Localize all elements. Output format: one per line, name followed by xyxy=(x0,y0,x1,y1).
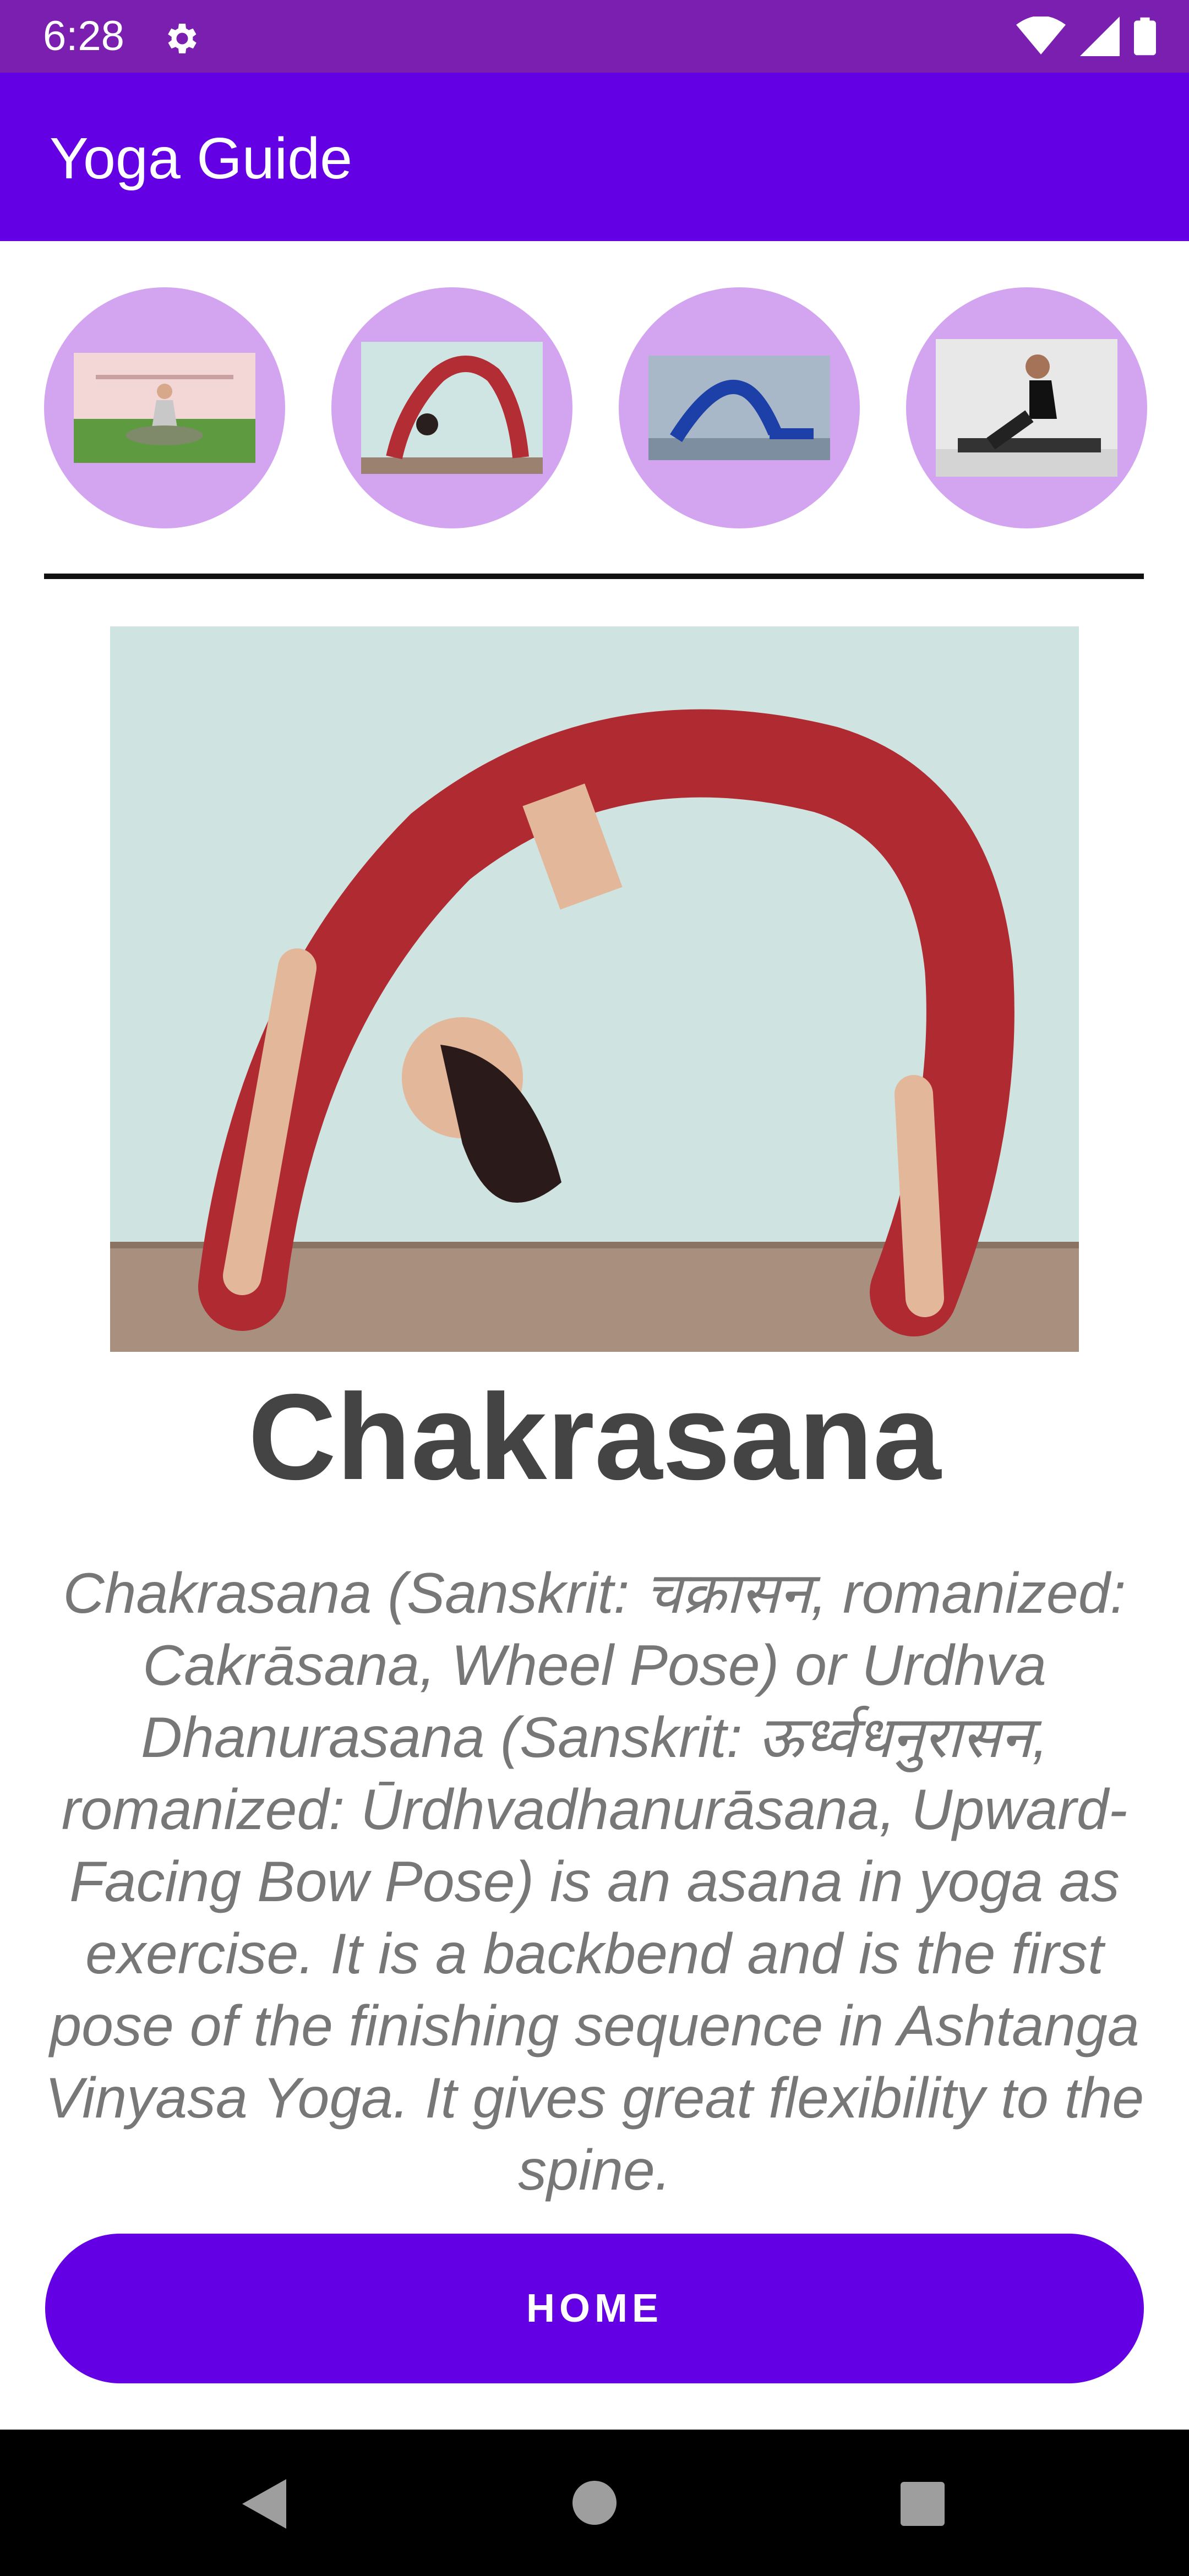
thumbnail-seated-pose[interactable] xyxy=(44,287,285,528)
thumbnail-plough-pose[interactable] xyxy=(619,287,860,528)
gear-icon xyxy=(168,24,197,53)
pose-description: Chakrasana (Sanskrit: चक्रासन, romanized… xyxy=(45,1562,1144,2202)
signal-icon xyxy=(1080,17,1120,56)
status-time: 6:28 xyxy=(43,13,124,59)
battery-icon xyxy=(1134,17,1156,56)
pose-image xyxy=(110,626,1079,1352)
status-bar: 6:28 xyxy=(0,0,1189,73)
plough-pose-image xyxy=(648,356,830,460)
cobra-pose-image xyxy=(936,339,1117,477)
navigation-bar xyxy=(0,2430,1189,2576)
divider xyxy=(44,574,1144,579)
app-title: Yoga Guide xyxy=(50,126,353,191)
home-button[interactable]: HOME xyxy=(45,2234,1144,2383)
home-circle-icon[interactable] xyxy=(572,2481,617,2525)
thumbnail-wheel-pose[interactable] xyxy=(331,287,572,528)
back-icon[interactable] xyxy=(242,2479,286,2529)
recents-icon[interactable] xyxy=(901,2482,945,2526)
pose-title: Chakrasana xyxy=(248,1369,941,1505)
thumbnail-cobra-pose[interactable] xyxy=(906,287,1147,528)
wheel-pose-thumb-image xyxy=(361,342,543,474)
app-bar: Yoga Guide xyxy=(0,73,1189,241)
wifi-icon xyxy=(1016,17,1066,54)
seated-pose-image xyxy=(74,353,255,463)
